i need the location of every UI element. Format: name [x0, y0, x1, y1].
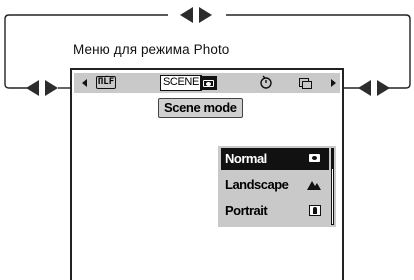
- chevron-right-icon[interactable]: [331, 79, 336, 87]
- camera-screen: ΠĹF SCENE Scene mode Normal Landscape Po…: [70, 68, 344, 280]
- scene-tab-label[interactable]: SCENE: [160, 75, 202, 91]
- camera-icon[interactable]: [200, 76, 217, 90]
- quality-icon[interactable]: ΠĹF: [96, 76, 116, 89]
- camera-icon: [309, 154, 320, 162]
- self-timer-icon[interactable]: [259, 74, 273, 94]
- chevron-left-icon[interactable]: [82, 79, 87, 87]
- continuous-shooting-icon[interactable]: [299, 78, 312, 89]
- scene-mode-title: Scene mode: [158, 98, 243, 118]
- mountain-icon: [307, 181, 321, 190]
- scrollbar[interactable]: [331, 148, 334, 225]
- list-item-landscape[interactable]: Landscape: [221, 174, 329, 196]
- list-item-label: Landscape: [225, 177, 289, 192]
- list-item-normal[interactable]: Normal: [221, 148, 329, 170]
- list-item-portrait[interactable]: Portrait: [221, 200, 329, 222]
- list-item-label: Normal: [225, 151, 267, 166]
- scene-list: Normal Landscape Portrait: [218, 146, 336, 227]
- list-item-label: Portrait: [225, 203, 268, 218]
- portrait-icon: [309, 205, 321, 216]
- right-double-arrow-icon: [358, 80, 390, 96]
- left-double-arrow-icon: [26, 80, 58, 96]
- scrollbar-thumb[interactable]: [332, 149, 333, 169]
- menu-bar: ΠĹF SCENE: [74, 73, 340, 93]
- diagram-caption: Меню для режима Photo: [73, 42, 230, 57]
